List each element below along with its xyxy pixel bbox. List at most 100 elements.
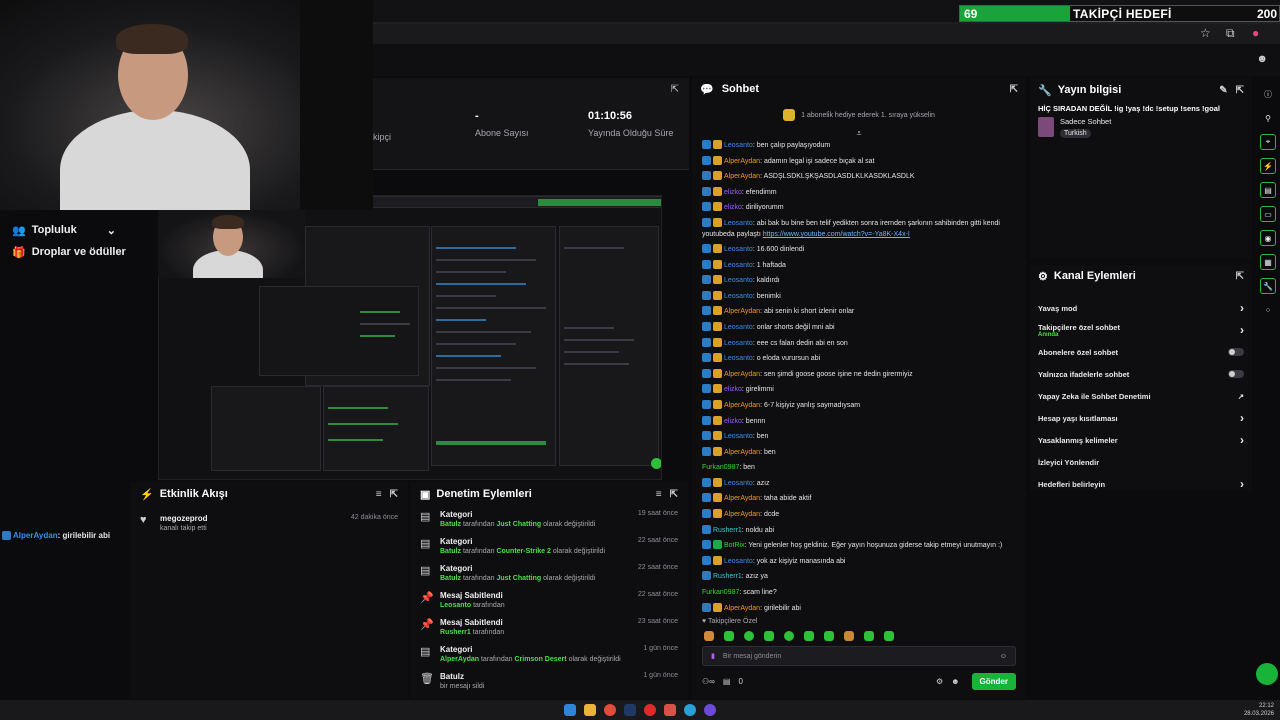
app-icon[interactable] <box>664 704 676 716</box>
grid-icon[interactable]: ▦ <box>1260 254 1276 270</box>
channel-action-row[interactable]: Yapay Zeka ile Sohbet Denetimi ↗ <box>1030 385 1252 407</box>
emote-picker-icon[interactable]: ☻ <box>951 677 959 686</box>
gift-sub-banner[interactable]: 1 aboneli̇k hediye ederek 1. sıraya yüks… <box>692 100 1026 130</box>
chat-username[interactable]: Leosanto <box>724 480 753 487</box>
chat-username[interactable]: elizko <box>724 189 742 196</box>
channel-action-row[interactable]: İzleyici Yönlendir <box>1030 451 1252 473</box>
emote-icon[interactable] <box>844 631 854 642</box>
emote-icon[interactable] <box>784 631 794 642</box>
popout-icon[interactable]: ⇱ <box>390 489 398 500</box>
chat-username[interactable]: AlperAydan <box>724 371 760 378</box>
chat-username[interactable]: AlperAydan <box>724 495 760 502</box>
channel-action-row[interactable]: Yalnızca ifadelerle sohbet <box>1030 363 1252 385</box>
popout-icon[interactable]: ⇱ <box>671 84 679 95</box>
chat-username[interactable]: AlperAydan <box>724 402 760 409</box>
emote-icon[interactable] <box>744 631 754 642</box>
chat-username[interactable]: Leosanto <box>724 558 753 565</box>
chat-username[interactable]: Furkan0987 <box>702 464 739 471</box>
chat-username[interactable]: Leosanto <box>724 220 753 227</box>
toggle-switch[interactable] <box>1228 348 1244 356</box>
sidebar-item-topluluk[interactable]: 👥 Topluluk ⌄ <box>0 219 130 241</box>
emote-icon[interactable] <box>804 631 814 642</box>
chat-username[interactable]: Leosanto <box>724 142 753 149</box>
filter-icon[interactable]: ≡ <box>656 489 662 500</box>
help-icon[interactable] <box>1256 663 1278 685</box>
chat-text: : sen şimdi goose goose işine ne dedin g… <box>760 370 913 378</box>
channel-action-row[interactable]: Hedefleri belirleyin › <box>1030 473 1252 495</box>
chat-username[interactable]: AlperAydan <box>724 308 760 315</box>
chat-message: Leosanto: o eloda vurursun abi <box>692 351 1026 367</box>
chat-username[interactable]: BotRix <box>724 542 745 549</box>
chat-username[interactable]: Rusherr1 <box>713 527 742 534</box>
emote-icon[interactable] <box>824 631 834 642</box>
profile-icon[interactable]: ● <box>1252 26 1259 40</box>
chrome-icon[interactable] <box>604 704 616 716</box>
wrench-icon[interactable]: 🔧 <box>1260 278 1276 294</box>
info-icon[interactable]: ⓘ <box>1260 86 1276 102</box>
chat-input[interactable]: ▮ Bir mesaj gönderin ☺ <box>702 646 1016 667</box>
broadcast-icon[interactable]: ◉ <box>1260 230 1276 246</box>
sidebar-item-droplar[interactable]: 🎁 Droplar ve ödüller <box>0 241 130 263</box>
emote-icon[interactable] <box>764 631 774 642</box>
toggle-switch[interactable] <box>1228 370 1244 378</box>
popout-icon[interactable]: ⇱ <box>670 489 678 500</box>
emoji-icon[interactable]: ☺ <box>1000 653 1007 660</box>
chat-username[interactable]: elizko <box>724 386 742 393</box>
chat-username[interactable]: Furkan0987 <box>702 589 739 596</box>
channel-action-row[interactable]: Abonelere özel sohbet <box>1030 341 1252 363</box>
edit-icon[interactable]: ✎ <box>1219 85 1227 96</box>
opera-icon[interactable] <box>644 704 656 716</box>
badge-icon <box>702 290 711 300</box>
channel-action-row[interactable]: Takipçilere özel sohbet Anında › <box>1030 319 1252 341</box>
chat-username[interactable]: Leosanto <box>724 340 753 347</box>
chat-username[interactable]: Leosanto <box>724 262 753 269</box>
gift-icon[interactable]: ▤ <box>723 677 731 686</box>
users-icon[interactable]: ⚇∞ <box>702 677 715 686</box>
chat-username[interactable]: AlperAydan <box>724 173 760 180</box>
start-icon[interactable] <box>564 704 576 716</box>
chat-icon[interactable]: ▭ <box>1260 206 1276 222</box>
avatar[interactable]: ☻ <box>1256 53 1268 65</box>
chat-username[interactable]: elizko <box>724 418 742 425</box>
chat-username[interactable]: Leosanto <box>724 355 753 362</box>
chat-username[interactable]: Leosanto <box>724 246 753 253</box>
extensions-icon[interactable]: ⧉ <box>1226 26 1235 41</box>
gear-icon[interactable]: ⚙ <box>936 677 943 686</box>
emote-icon[interactable] <box>864 631 874 642</box>
apps-icon[interactable]: ⁘ <box>1260 302 1276 318</box>
send-button[interactable]: Gönder <box>971 672 1016 690</box>
steam-icon[interactable] <box>624 704 636 716</box>
emote-icon[interactable] <box>884 631 894 642</box>
chat-username[interactable]: AlperAydan <box>724 158 760 165</box>
chat-username[interactable]: AlperAydan <box>724 605 760 612</box>
bolt-icon[interactable]: ⚡ <box>1260 158 1276 174</box>
popout-icon[interactable]: ⇱ <box>1236 85 1244 96</box>
edge-icon[interactable] <box>684 704 696 716</box>
emote-icon[interactable] <box>724 631 734 642</box>
popout-icon[interactable]: ⇱ <box>1236 271 1244 282</box>
chat-link[interactable]: https://www.youtube.com/watch?v=-Ya8K-X4… <box>763 231 910 238</box>
chat-username[interactable]: Leosanto <box>724 277 753 284</box>
chat-username[interactable]: Leosanto <box>724 433 753 440</box>
address-bar[interactable] <box>373 24 1280 44</box>
target-icon[interactable]: ⌖ <box>1260 134 1276 150</box>
chat-username[interactable]: Leosanto <box>724 293 753 300</box>
star-icon[interactable]: ☆ <box>1200 26 1211 40</box>
chat-username[interactable]: AlperAydan <box>724 511 760 518</box>
channel-action-row[interactable]: Hesap yaşı kısıtlaması › <box>1030 407 1252 429</box>
chat-username[interactable]: Leosanto <box>724 324 753 331</box>
obs-icon[interactable] <box>704 704 716 716</box>
system-tray[interactable]: 22:12 28.03.2026 <box>1244 702 1274 718</box>
channel-action-row[interactable]: Yavaş mod › <box>1030 297 1252 319</box>
popout-icon[interactable]: ⇱ <box>1010 84 1018 95</box>
chat-username[interactable]: Rusherr1 <box>713 573 742 580</box>
pin-icon[interactable]: ⚲ <box>1260 110 1276 126</box>
chat-username[interactable]: AlperAydan <box>724 449 760 456</box>
folder-icon[interactable] <box>584 704 596 716</box>
list-icon[interactable]: ▤ <box>1260 182 1276 198</box>
filter-icon[interactable]: ≡ <box>376 489 382 500</box>
channel-action-row[interactable]: Yasaklanmış kelimeler › <box>1030 429 1252 451</box>
collapse-icon[interactable]: ⩡ <box>692 129 1026 138</box>
chat-username[interactable]: elizko <box>724 204 742 211</box>
emote-icon[interactable] <box>704 631 714 642</box>
